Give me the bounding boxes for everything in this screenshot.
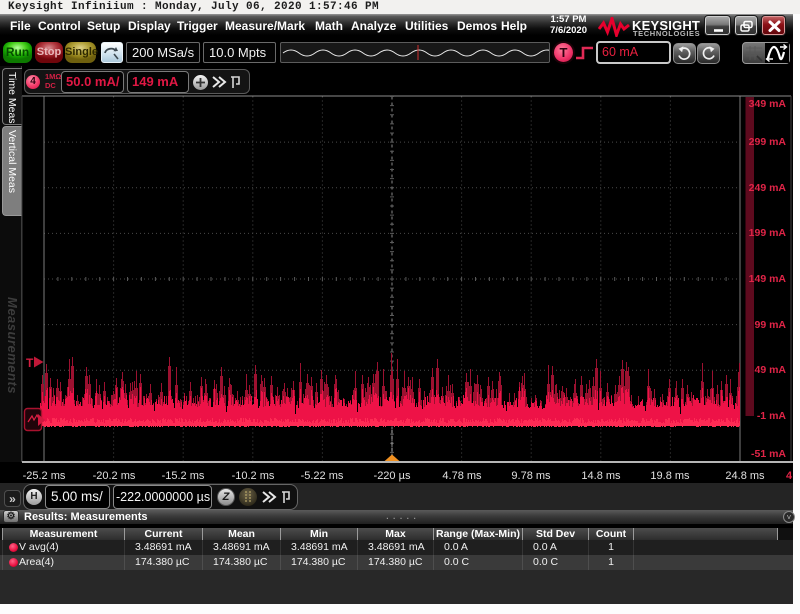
svg-text:T: T xyxy=(26,356,34,370)
